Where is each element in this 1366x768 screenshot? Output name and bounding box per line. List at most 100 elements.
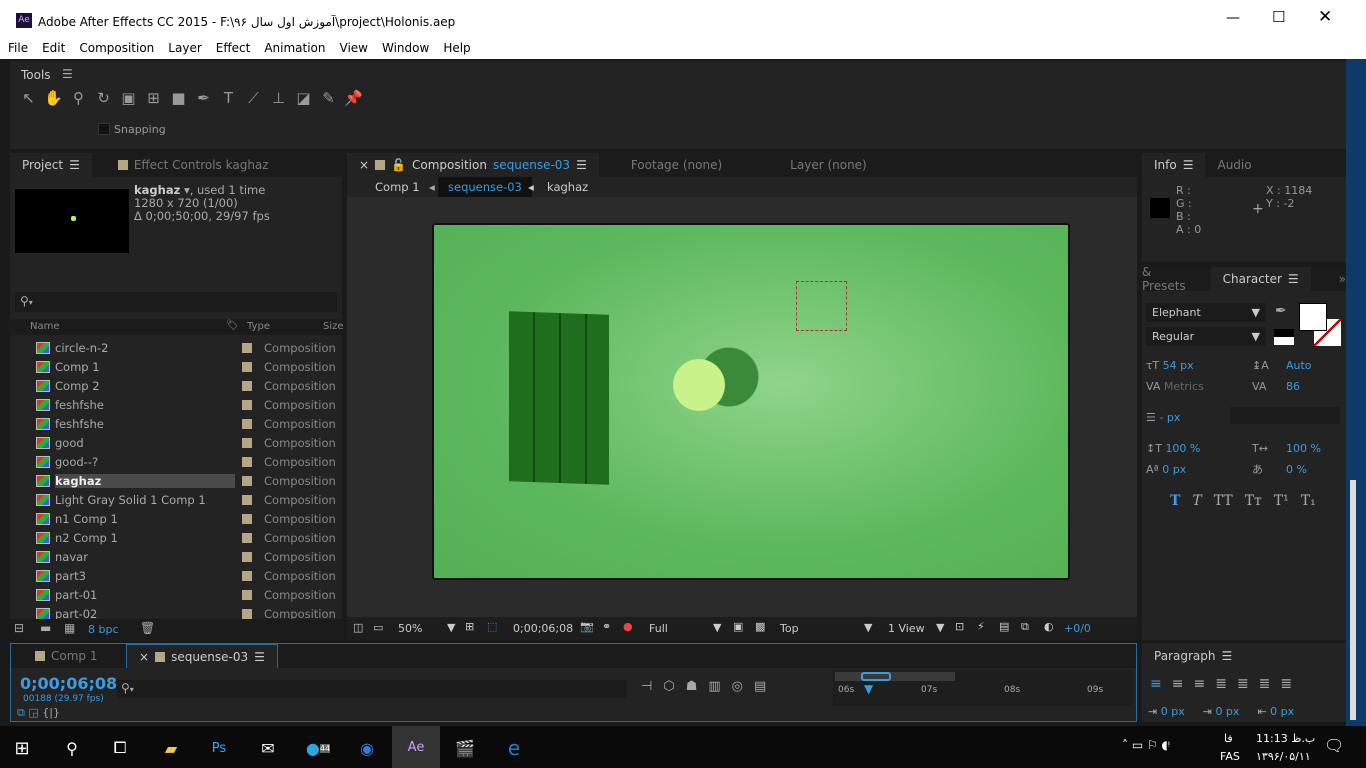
menu-view[interactable]: View [332, 38, 374, 59]
pan-behind-icon[interactable]: ⊞ [141, 89, 166, 107]
playhead[interactable]: ▼ [864, 682, 873, 696]
align-left-icon[interactable]: ≡ [1150, 676, 1162, 692]
file-explorer-icon[interactable]: ▰ [151, 732, 191, 764]
camera-icon[interactable]: ▣ [116, 89, 141, 107]
font-style-dropdown[interactable]: Regular ▼ [1146, 327, 1266, 346]
indent-first[interactable]: ⇥ 0 px [1203, 705, 1240, 718]
menu-window[interactable]: Window [374, 38, 435, 59]
tab-effect-controls[interactable]: Effect Controls kaghaz [106, 153, 281, 177]
all-caps-button[interactable]: TT [1214, 493, 1233, 509]
transparency-grid-icon[interactable]: ▩ [755, 620, 765, 633]
tab-info[interactable]: Info ☰ [1142, 153, 1206, 177]
frame-blending-icon[interactable]: ▥ [708, 679, 720, 694]
panel-menu-icon[interactable]: ☰ [1288, 272, 1299, 286]
current-time[interactable]: 0;00;06;08 [513, 622, 573, 635]
tab-layer[interactable]: Layer (none) [778, 153, 879, 177]
hand-icon[interactable]: ✋ [41, 89, 66, 107]
graph-editor-icon[interactable]: ▤ [754, 679, 766, 694]
label-color[interactable] [242, 418, 252, 429]
start-icon[interactable]: ⊞ [2, 732, 42, 764]
label-icon[interactable]: 🏷 [226, 320, 239, 331]
label-color[interactable] [242, 570, 252, 581]
interpret-footage-icon[interactable]: ⊟ [14, 621, 24, 635]
delete-icon[interactable]: 🗑 [140, 621, 155, 635]
panel-menu-icon[interactable]: ☰ [1221, 649, 1232, 663]
timeline-search-input[interactable]: ⚲▾ [117, 680, 627, 698]
photoshop-icon[interactable]: Ps [199, 732, 239, 764]
label-color[interactable] [242, 456, 252, 467]
subscript-button[interactable]: T₁ [1301, 493, 1316, 509]
label-color[interactable] [242, 361, 252, 372]
small-caps-button[interactable]: Tт [1245, 493, 1262, 509]
magnification-dropdown[interactable]: 50% [398, 622, 422, 635]
snapshot-icon[interactable]: 📷 [580, 620, 594, 633]
indent-left[interactable]: ⇥ 0 px [1148, 705, 1185, 718]
type-icon[interactable]: T [216, 89, 241, 107]
mask-visibility-icon[interactable]: ⬚ [487, 620, 497, 633]
list-item[interactable]: part-01 Composition [20, 585, 342, 604]
column-name[interactable]: Name [30, 321, 60, 332]
label-color[interactable] [242, 380, 252, 391]
vertical-scale-value[interactable]: 100 % [1165, 442, 1200, 455]
list-item[interactable]: part3 Composition [20, 566, 342, 585]
clone-stamp-icon[interactable]: ⊥ [266, 89, 291, 107]
comp-viewer[interactable] [347, 197, 1137, 617]
tab-effects-presets[interactable]: & Presets [1142, 265, 1203, 293]
panel-menu-icon[interactable]: ☰ [254, 650, 265, 664]
label-color[interactable] [242, 551, 252, 562]
eyedropper-icon[interactable]: ✒ [1275, 303, 1287, 319]
indent-right[interactable]: ⇤ 0 px [1257, 705, 1294, 718]
list-item[interactable]: Light Gray Solid 1 Comp 1 Composition [20, 490, 342, 509]
list-item[interactable]: n1 Comp 1 Composition [20, 509, 342, 528]
faux-bold-button[interactable]: T [1170, 493, 1180, 509]
menu-layer[interactable]: Layer [160, 38, 207, 59]
mask-switch-icon[interactable]: ◲ [28, 706, 38, 719]
exposure-value[interactable]: +0/0 [1064, 622, 1091, 635]
tracking-value[interactable]: 86 [1286, 376, 1300, 397]
justify-right-icon[interactable]: ≣ [1259, 676, 1271, 692]
label-color[interactable] [242, 608, 252, 619]
search-icon[interactable]: ⚲ [52, 732, 92, 764]
column-size[interactable]: Size [323, 321, 344, 332]
rotate-icon[interactable]: ↻ [91, 89, 116, 107]
puppet-pin-icon[interactable]: 📌 [341, 89, 366, 107]
composition-mini-flowchart-icon[interactable]: ⊣ [641, 679, 652, 694]
column-type[interactable]: Type [247, 321, 270, 332]
view-dropdown[interactable]: Top [780, 622, 799, 635]
stroke-width-value[interactable]: - px [1159, 411, 1180, 424]
close-icon[interactable]: × [359, 158, 369, 172]
list-item[interactable]: feshfshe Composition [20, 395, 342, 414]
toggle-pixel-icon[interactable]: ⊡ [955, 620, 964, 633]
tray-icons[interactable]: ˄ ▭ ⚐ ◖ᵎ [1122, 738, 1170, 752]
label-color[interactable] [242, 437, 252, 448]
tab-paragraph[interactable]: Paragraph ☰ [1142, 643, 1346, 669]
pen-icon[interactable]: ✒ [191, 89, 216, 107]
region-icon[interactable]: ▭ [373, 621, 383, 634]
clock-time[interactable]: 11:13 ب.ظ [1256, 732, 1315, 745]
tab-character[interactable]: Character ☰ [1210, 267, 1311, 291]
justify-left-icon[interactable]: ≣ [1215, 676, 1227, 692]
list-item[interactable]: circle-n-2 Composition [20, 338, 342, 357]
task-view-icon[interactable]: ⧠ [100, 732, 140, 764]
label-color[interactable] [242, 475, 252, 486]
label-color[interactable] [242, 589, 252, 600]
motion-blur-icon[interactable]: ◎ [732, 679, 743, 694]
panel-menu-icon[interactable]: ☰ [576, 158, 587, 172]
more-panels-icon[interactable]: » [1339, 272, 1346, 286]
view-layout-dropdown[interactable]: 1 View [888, 622, 925, 635]
flowchart-icon[interactable]: ⧉ [1021, 620, 1029, 634]
breadcrumb-comp-1[interactable]: Comp 1 [375, 180, 420, 194]
breadcrumb-sequense-03[interactable]: sequense-03 [438, 177, 532, 198]
fast-preview-icon[interactable]: ⚡ [977, 620, 985, 633]
clock-date[interactable]: ۱۳۹۶/۰۵/۱۱ [1256, 750, 1311, 763]
list-item[interactable]: good--? Composition [20, 452, 342, 471]
justify-all-icon[interactable]: ≣ [1280, 676, 1292, 692]
minimize-button[interactable]: — [1226, 10, 1240, 26]
tab-sequense-03[interactable]: × sequense-03 ☰ [126, 644, 278, 668]
panel-menu-icon[interactable]: ☰ [1183, 158, 1194, 172]
selection-icon[interactable]: ↖ [16, 89, 41, 107]
menu-help[interactable]: Help [435, 38, 476, 59]
label-color[interactable] [242, 532, 252, 543]
label-color[interactable] [242, 399, 252, 410]
breadcrumb-kaghaz[interactable]: kaghaz [547, 180, 588, 194]
